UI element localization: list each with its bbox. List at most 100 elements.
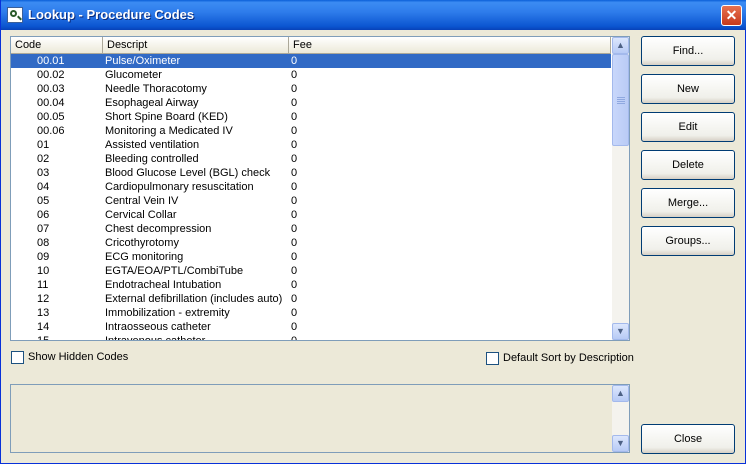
table-row[interactable]: 09 ECG monitoring 0: [11, 250, 611, 264]
cell-descript: External defibrillation (includes auto): [105, 293, 283, 305]
cell-code: 07: [37, 223, 50, 235]
notes-scroll-down-button[interactable]: ▼: [612, 435, 629, 452]
table-row[interactable]: 12 External defibrillation (includes auto…: [11, 292, 611, 306]
table-row[interactable]: 04 Cardiopulmonary resuscitation 0: [11, 180, 611, 194]
list-rows: 00.01 Pulse/Oximeter 0 00.02 Glucometer 0 00.0…: [11, 54, 611, 341]
notes-area[interactable]: ▲ ▼: [10, 384, 630, 453]
table-row[interactable]: 02 Bleeding controlled 0: [11, 152, 611, 166]
procedure-codes-list[interactable]: Code Descript Fee 00.01 Pulse/Oximeter 0 00…: [10, 36, 630, 341]
cell-code: 00.01: [37, 55, 65, 67]
cell-descript: Intravenous catheter: [105, 335, 206, 341]
cell-descript: EGTA/EOA/PTL/CombiTube: [105, 265, 244, 277]
table-row[interactable]: 00.01 Pulse/Oximeter 0: [11, 54, 611, 68]
cell-fee: 0: [291, 223, 298, 235]
table-row[interactable]: 00.05 Short Spine Board (KED) 0: [11, 110, 611, 124]
cell-fee: 0: [291, 293, 298, 305]
cell-descript: Glucometer: [105, 69, 162, 81]
table-row[interactable]: 05 Central Vein IV 0: [11, 194, 611, 208]
table-row[interactable]: 10 EGTA/EOA/PTL/CombiTube 0: [11, 264, 611, 278]
list-scrollbar[interactable]: ▲ ▼: [612, 37, 629, 340]
table-row[interactable]: 14 Intraosseous catheter 0: [11, 320, 611, 334]
default-sort-checkbox[interactable]: [486, 352, 499, 365]
cell-code: 15: [37, 335, 50, 341]
window-title: Lookup - Procedure Codes: [28, 7, 195, 22]
cell-fee: 0: [291, 153, 298, 165]
cell-fee: 0: [291, 307, 298, 319]
table-row[interactable]: 01 Assisted ventilation 0: [11, 138, 611, 152]
cell-code: 00.06: [37, 125, 65, 137]
new-button[interactable]: New: [641, 74, 735, 104]
cell-descript: Chest decompression: [105, 223, 212, 235]
cell-code: 08: [37, 237, 50, 249]
cell-descript: Assisted ventilation: [105, 139, 200, 151]
cell-fee: 0: [291, 167, 298, 179]
cell-code: 02: [37, 153, 50, 165]
column-header-fee[interactable]: Fee: [289, 37, 611, 54]
cell-fee: 0: [291, 251, 298, 263]
cell-code: 00.04: [37, 97, 65, 109]
table-row[interactable]: 00.04 Esophageal Airway 0: [11, 96, 611, 110]
cell-fee: 0: [291, 125, 298, 137]
cell-code: 04: [37, 181, 50, 193]
close-button[interactable]: Close: [641, 424, 735, 454]
cell-descript: Monitoring a Medicated IV: [105, 125, 233, 137]
edit-button[interactable]: Edit: [641, 112, 735, 142]
table-row[interactable]: 06 Cervical Collar 0: [11, 208, 611, 222]
cell-fee: 0: [291, 209, 298, 221]
title-bar[interactable]: Lookup - Procedure Codes ✕: [1, 0, 746, 30]
cell-code: 00.05: [37, 111, 65, 123]
cell-fee: 0: [291, 195, 298, 207]
lookup-app-icon: [7, 7, 23, 23]
cell-code: 00.03: [37, 83, 65, 95]
cell-fee: 0: [291, 265, 298, 277]
cell-descript: Central Vein IV: [105, 195, 179, 207]
column-header-code[interactable]: Code: [11, 37, 103, 54]
cell-fee: 0: [291, 69, 298, 81]
cell-descript: ECG monitoring: [105, 251, 184, 263]
table-row[interactable]: 00.06 Monitoring a Medicated IV 0: [11, 124, 611, 138]
cell-code: 00.02: [37, 69, 65, 81]
cell-fee: 0: [291, 321, 298, 333]
cell-fee: 0: [291, 55, 298, 67]
default-sort-label[interactable]: Default Sort by Description: [503, 352, 634, 364]
show-hidden-codes-checkbox[interactable]: [11, 351, 24, 364]
delete-button[interactable]: Delete: [641, 150, 735, 180]
cell-descript: Intraosseous catheter: [105, 321, 211, 333]
cell-descript: Bleeding controlled: [105, 153, 199, 165]
table-row[interactable]: 11 Endotracheal Intubation 0: [11, 278, 611, 292]
table-row[interactable]: 15 Intravenous catheter 0: [11, 334, 611, 341]
cell-fee: 0: [291, 97, 298, 109]
scroll-down-button[interactable]: ▼: [612, 323, 629, 340]
notes-scroll-up-button[interactable]: ▲: [612, 385, 629, 402]
cell-code: 01: [37, 139, 50, 151]
cell-descript: Needle Thoracotomy: [105, 83, 207, 95]
notes-scrollbar[interactable]: ▲ ▼: [612, 385, 629, 452]
table-row[interactable]: 03 Blood Glucose Level (BGL) check 0: [11, 166, 611, 180]
scroll-up-button[interactable]: ▲: [612, 37, 629, 54]
close-window-button[interactable]: ✕: [721, 5, 742, 26]
show-hidden-codes-label[interactable]: Show Hidden Codes: [28, 351, 128, 363]
table-row[interactable]: 08 Cricothyrotomy 0: [11, 236, 611, 250]
cell-descript: Immobilization - extremity: [105, 307, 230, 319]
cell-code: 11: [37, 279, 49, 291]
cell-code: 14: [37, 321, 50, 333]
lookup-window: Lookup - Procedure Codes ✕ Code Descript…: [0, 0, 746, 464]
cell-descript: Cricothyrotomy: [105, 237, 179, 249]
cell-fee: 0: [291, 335, 298, 341]
cell-fee: 0: [291, 279, 298, 291]
table-row[interactable]: 00.03 Needle Thoracotomy 0: [11, 82, 611, 96]
cell-descript: Endotracheal Intubation: [105, 279, 222, 291]
table-row[interactable]: 00.02 Glucometer 0: [11, 68, 611, 82]
table-row[interactable]: 07 Chest decompression 0: [11, 222, 611, 236]
cell-descript: Cardiopulmonary resuscitation: [105, 181, 254, 193]
find-button[interactable]: Find...: [641, 36, 735, 66]
cell-fee: 0: [291, 111, 298, 123]
cell-fee: 0: [291, 83, 298, 95]
column-header-descript[interactable]: Descript: [103, 37, 289, 54]
cell-code: 03: [37, 167, 50, 179]
scroll-thumb[interactable]: [612, 54, 629, 146]
groups-button[interactable]: Groups...: [641, 226, 735, 256]
merge-button[interactable]: Merge...: [641, 188, 735, 218]
table-row[interactable]: 13 Immobilization - extremity 0: [11, 306, 611, 320]
cell-code: 09: [37, 251, 50, 263]
